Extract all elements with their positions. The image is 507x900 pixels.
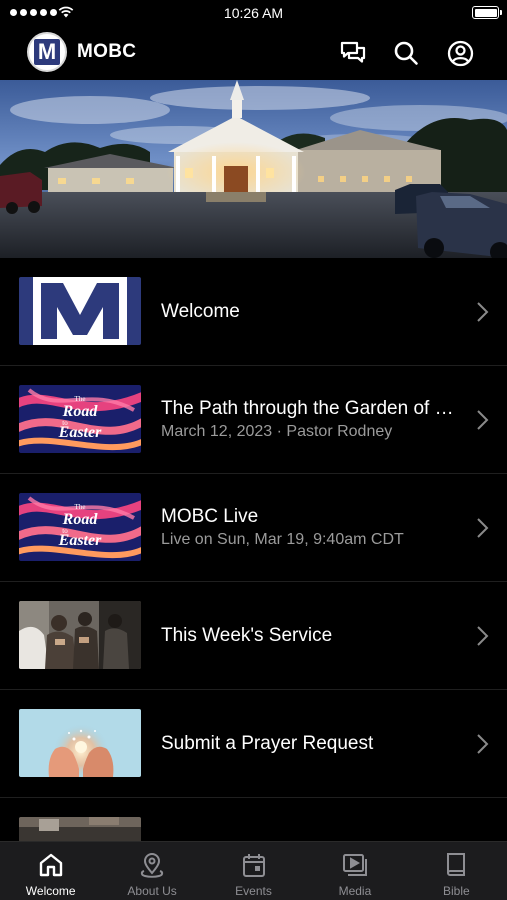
media-play-icon bbox=[342, 854, 367, 876]
list-item-title: Welcome bbox=[161, 300, 240, 322]
chevron-right-icon bbox=[477, 302, 489, 322]
logo-letter: M bbox=[34, 39, 60, 65]
tab-label: Welcome bbox=[25, 884, 76, 898]
status-time: 10:26 AM bbox=[223, 5, 284, 21]
chevron-right-icon bbox=[477, 626, 489, 646]
home-icon bbox=[39, 853, 62, 877]
content-list: Welcome The Road to Easter The Path thro… bbox=[0, 258, 507, 841]
battery-icon bbox=[472, 6, 502, 19]
road-to-easter-thumbnail: The Road to Easter bbox=[19, 385, 141, 453]
tab-media[interactable]: Media bbox=[304, 842, 405, 900]
list-item-subtitle: March 12, 2023 · Pastor Rodney bbox=[161, 423, 393, 440]
road-to-easter-thumbnail: The Road to Easter bbox=[19, 493, 141, 561]
thumb-word-the: The bbox=[75, 503, 86, 511]
list-item-title: The Path through the Garden of Gethseman… bbox=[161, 398, 459, 419]
list-item-live[interactable]: The Road to Easter MOBC Live Live on Sun… bbox=[0, 474, 507, 582]
list-item-title: Submit a Prayer Request bbox=[161, 732, 374, 754]
mobc-logo-thumbnail bbox=[19, 277, 141, 345]
tab-about-us[interactable]: About Us bbox=[101, 842, 202, 900]
tab-label: Events bbox=[235, 884, 272, 898]
thumb-word-road: Road bbox=[62, 403, 99, 420]
tab-bible[interactable]: Bible bbox=[406, 842, 507, 900]
list-item-title: MOBC Live bbox=[161, 506, 259, 527]
book-icon bbox=[447, 853, 466, 876]
hero-church-image bbox=[0, 80, 507, 258]
hands-light-thumbnail bbox=[19, 709, 141, 777]
list-item-partial[interactable] bbox=[0, 798, 507, 841]
map-pin-icon bbox=[140, 853, 164, 878]
tab-label: Media bbox=[338, 884, 372, 898]
list-item-prayer-request[interactable]: Submit a Prayer Request bbox=[0, 690, 507, 798]
list-item-title: This Week's Service bbox=[161, 624, 333, 646]
list-thumbnail bbox=[19, 817, 141, 841]
messages-icon[interactable] bbox=[338, 38, 368, 68]
thumb-word-easter: Easter bbox=[58, 532, 102, 549]
bottom-tab-bar: Welcome About Us Events Media Bible bbox=[0, 841, 507, 900]
tab-events[interactable]: Events bbox=[203, 842, 304, 900]
list-item-welcome[interactable]: Welcome bbox=[0, 258, 507, 366]
status-bar: 10:26 AM bbox=[0, 0, 507, 26]
list-item-subtitle: Live on Sun, Mar 19, 9:40am CDT bbox=[161, 531, 404, 548]
list-item-sermon[interactable]: The Road to Easter The Path through the … bbox=[0, 366, 507, 474]
chevron-right-icon bbox=[477, 410, 489, 430]
congregation-thumbnail bbox=[19, 601, 141, 669]
chevron-right-icon bbox=[477, 518, 489, 538]
thumb-word-the: The bbox=[75, 395, 86, 403]
tab-label: About Us bbox=[127, 884, 177, 898]
app-title: MOBC bbox=[77, 41, 137, 62]
app-header: M MOBC bbox=[0, 26, 507, 80]
tab-label: Bible bbox=[442, 884, 470, 898]
tab-welcome[interactable]: Welcome bbox=[0, 842, 101, 900]
calendar-icon bbox=[242, 854, 265, 877]
app-logo[interactable]: M bbox=[27, 32, 67, 72]
account-icon[interactable] bbox=[445, 38, 475, 68]
chevron-right-icon bbox=[477, 734, 489, 754]
thumb-word-road: Road bbox=[62, 511, 99, 528]
search-icon[interactable] bbox=[391, 38, 421, 68]
list-item-service[interactable]: This Week's Service bbox=[0, 582, 507, 690]
thumb-word-easter: Easter bbox=[58, 424, 102, 441]
